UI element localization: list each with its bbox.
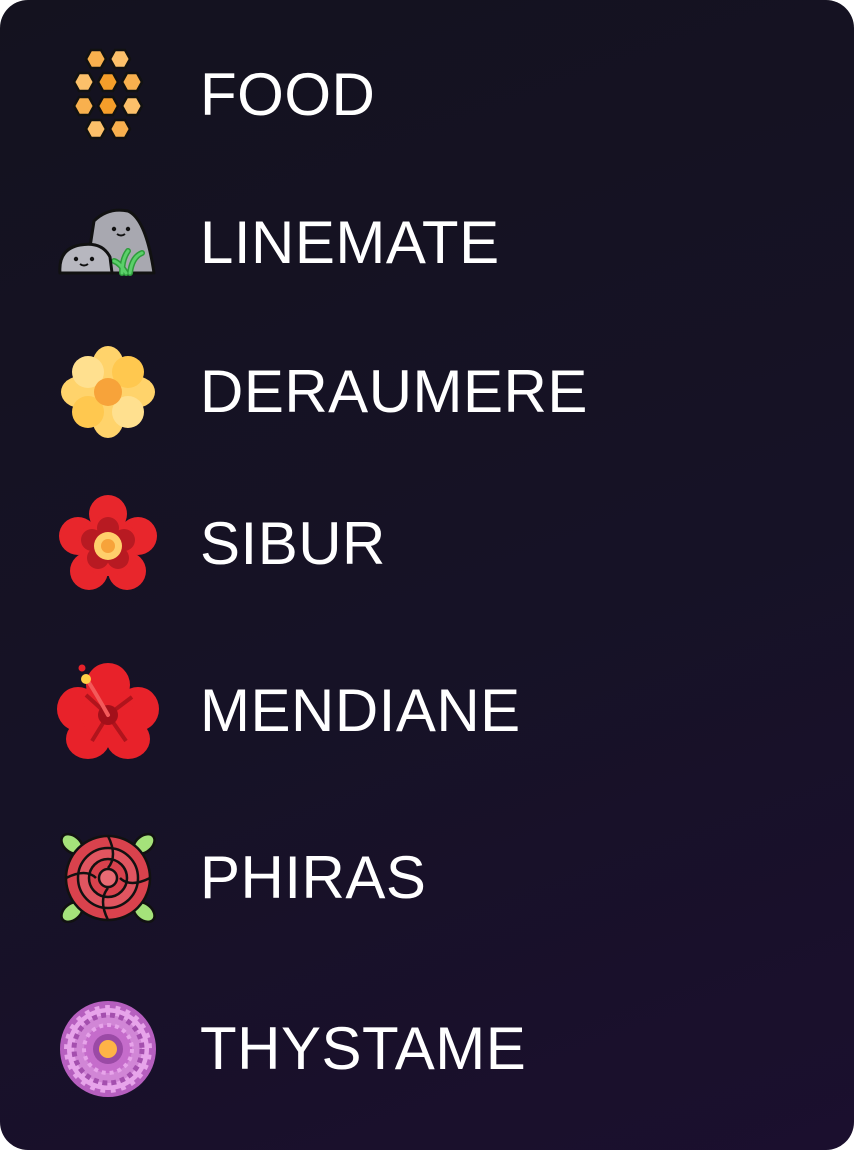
resource-label: MENDIANE [200,677,521,744]
resource-label: SIBUR [200,510,386,577]
resource-row-thystame: THYSTAME [0,994,854,1104]
red-flower-icon [56,494,160,594]
resource-label: DERAUMERE [200,358,588,425]
resource-row-mendiane: MENDIANE [0,656,854,766]
resource-row-phiras: PHIRAS [0,823,854,933]
resource-label: PHIRAS [200,844,427,911]
resource-row-food: FOOD [0,40,854,150]
resource-label: FOOD [200,61,376,128]
resource-legend-panel: FOOD LINEMATE DERAUMERE SIBUR MENDIANE P… [0,0,854,1150]
yellow-flower-icon [56,342,160,442]
hibiscus-icon [56,661,160,761]
resource-label: LINEMATE [200,209,500,276]
rose-icon [56,828,160,928]
resource-row-deraumere: DERAUMERE [0,337,854,447]
resource-row-sibur: SIBUR [0,489,854,599]
resource-row-linemate: LINEMATE [0,188,854,298]
rocks-icon [56,193,160,293]
resource-label: THYSTAME [200,1015,527,1082]
honeycomb-icon [56,45,160,145]
purple-chrysanthemum-icon [56,999,160,1099]
